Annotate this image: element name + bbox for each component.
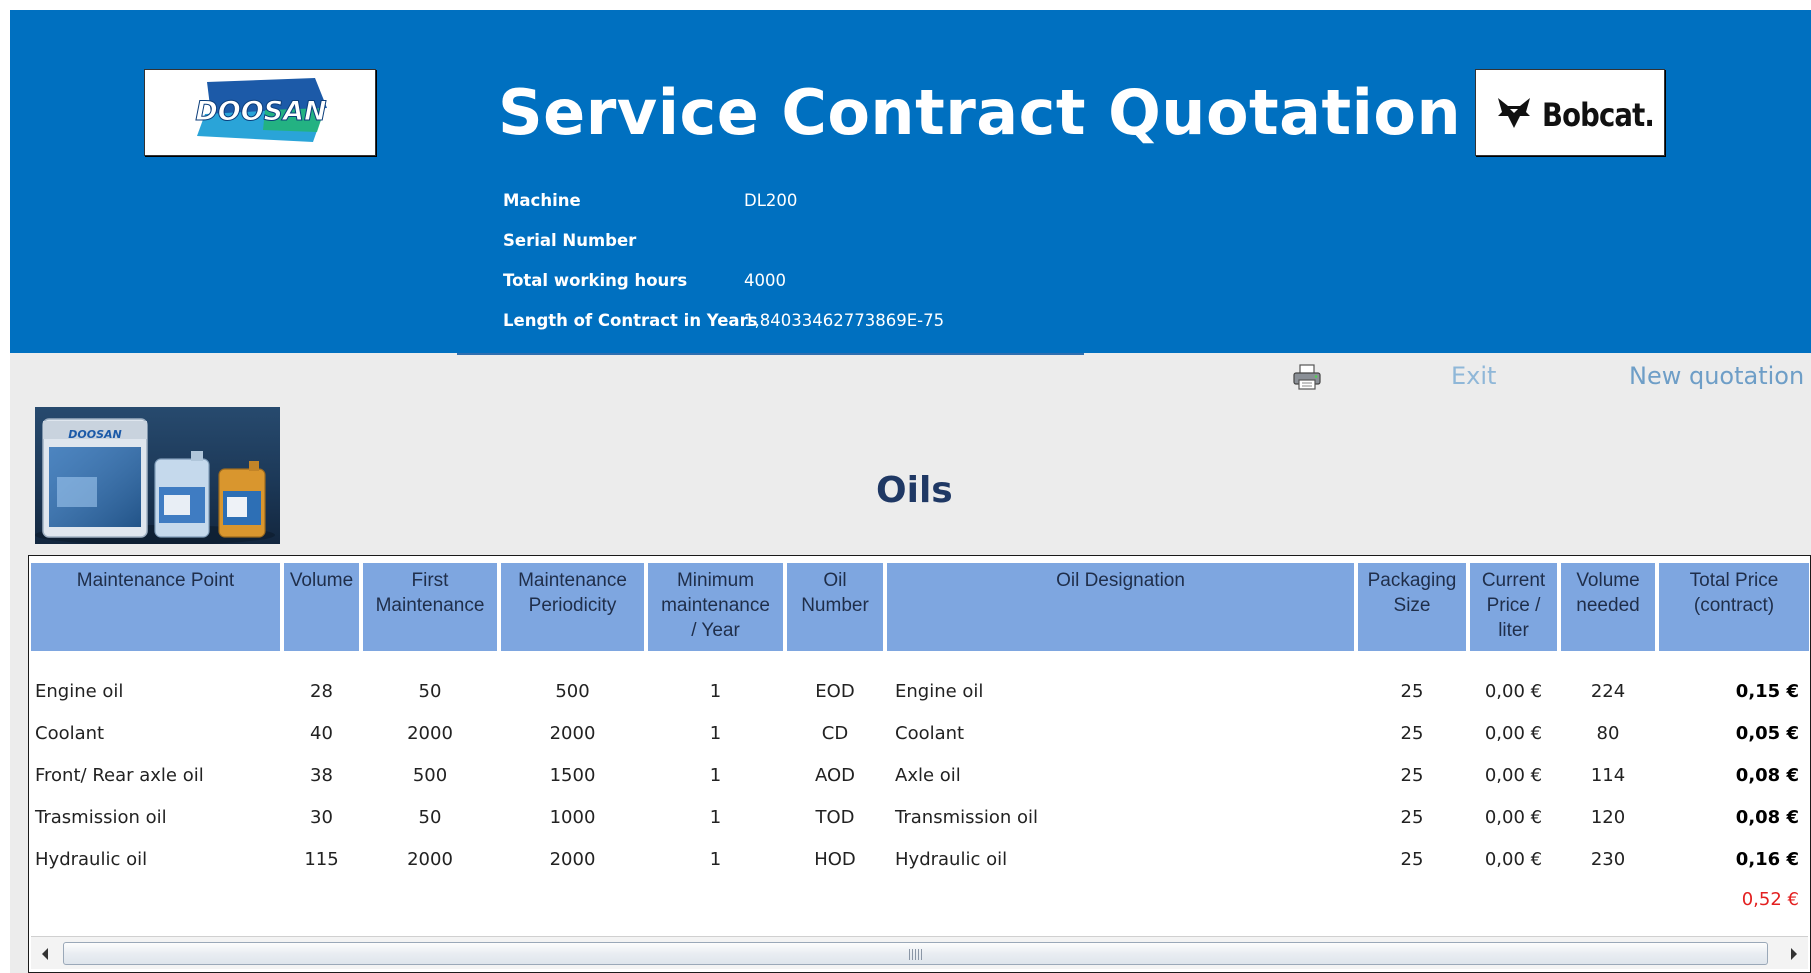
- printer-icon: [1293, 364, 1321, 390]
- cell-price-per-liter: 0,00 €: [1484, 807, 1543, 828]
- oil-products-image: DOOSAN: [35, 407, 280, 544]
- header-volume: Volume: [284, 563, 359, 651]
- page-title: Service Contract Quotation: [498, 76, 1462, 149]
- cell-total-price: 0,05 €: [1735, 723, 1799, 744]
- cell-periodicity: 1500: [549, 765, 596, 786]
- cell-first-maintenance: 2000: [407, 723, 453, 744]
- header-current-price-liter: Current Price / liter: [1470, 563, 1557, 651]
- cell-min-per-year: 1: [709, 849, 722, 870]
- cell-volume: 40: [310, 723, 333, 744]
- new-quotation-button[interactable]: New quotation: [1629, 362, 1804, 390]
- app-window: DOOSAN Service Contract Quotation Bobcat…: [10, 10, 1811, 973]
- header-minimum-maintenance-year: Minimum maintenance / Year: [648, 563, 783, 651]
- scroll-left-button[interactable]: [31, 937, 59, 970]
- cell-oil-designation: Engine oil: [895, 681, 984, 702]
- serial-number-label: Serial Number: [503, 231, 637, 250]
- cell-periodicity: 500: [555, 681, 590, 702]
- bobcat-logo: Bobcat.: [1475, 69, 1665, 156]
- cell-packaging-size: 25: [1400, 807, 1424, 828]
- doosan-logo-text: DOOSAN: [195, 96, 327, 127]
- cell-min-per-year: 1: [709, 681, 722, 702]
- header-divider: [457, 353, 1084, 355]
- exit-button[interactable]: Exit: [1451, 362, 1496, 390]
- bucket-label-text: DOOSAN: [68, 428, 121, 441]
- working-hours-label: Total working hours: [503, 271, 688, 290]
- cell-oil-number: EOD: [815, 681, 855, 702]
- scroll-right-button[interactable]: [1780, 937, 1808, 970]
- cell-volume-needed: 80: [1596, 723, 1620, 744]
- cell-volume: 28: [310, 681, 333, 702]
- horizontal-scrollbar[interactable]: [31, 936, 1808, 969]
- cell-volume: 30: [310, 807, 333, 828]
- cell-maintenance-point: Coolant: [35, 723, 105, 744]
- cell-volume: 38: [310, 765, 333, 786]
- cell-first-maintenance: 500: [412, 765, 448, 786]
- cell-price-per-liter: 0,00 €: [1484, 849, 1543, 870]
- scrollbar-thumb[interactable]: [63, 942, 1768, 965]
- header-packaging-size: Packaging Size: [1358, 563, 1466, 651]
- cell-maintenance-point: Trasmission oil: [35, 807, 167, 828]
- cell-maintenance-point: Hydraulic oil: [35, 849, 148, 870]
- cell-first-maintenance: 50: [418, 807, 442, 828]
- arrow-left-icon: [42, 947, 48, 960]
- cell-maintenance-point: Front/ Rear axle oil: [35, 765, 204, 786]
- machine-label: Machine: [503, 191, 581, 210]
- arrow-right-icon: [1791, 947, 1797, 960]
- contract-length-label: Length of Contract in Years: [503, 311, 758, 330]
- cell-price-per-liter: 0,00 €: [1484, 765, 1543, 786]
- cell-packaging-size: 25: [1400, 723, 1424, 744]
- grand-total: 0,52 €: [1741, 889, 1799, 910]
- header-total-price-contract: Total Price (contract): [1659, 563, 1809, 651]
- cell-volume-needed: 224: [1590, 681, 1626, 702]
- cell-packaging-size: 25: [1400, 849, 1424, 870]
- cell-first-maintenance: 2000: [407, 849, 453, 870]
- cell-oil-number: HOD: [814, 849, 856, 870]
- cell-oil-designation: Hydraulic oil: [895, 849, 1008, 870]
- header-band: DOOSAN Service Contract Quotation Bobcat…: [10, 10, 1811, 353]
- bobcat-logo-text: Bobcat.: [1542, 96, 1654, 134]
- header-first-maintenance: First Maintenance: [363, 563, 497, 651]
- cell-min-per-year: 1: [709, 807, 722, 828]
- cell-total-price: 0,08 €: [1735, 807, 1799, 828]
- doosan-logo: DOOSAN: [144, 69, 376, 156]
- cell-min-per-year: 1: [709, 765, 722, 786]
- contract-length-value: 1,84033462773869E-75: [744, 311, 945, 330]
- cell-first-maintenance: 50: [418, 681, 442, 702]
- cell-periodicity: 2000: [549, 723, 596, 744]
- cell-volume-needed: 114: [1590, 765, 1626, 786]
- cell-volume-needed: 120: [1590, 807, 1626, 828]
- working-hours-value: 4000: [744, 271, 786, 290]
- bobcat-head-icon: [1498, 98, 1530, 128]
- cell-price-per-liter: 0,00 €: [1484, 681, 1543, 702]
- print-button[interactable]: [1290, 362, 1324, 392]
- cell-oil-designation: Transmission oil: [895, 807, 1039, 828]
- cell-oil-number: TOD: [815, 807, 855, 828]
- cell-total-price: 0,08 €: [1735, 765, 1799, 786]
- header-maintenance-point: Maintenance Point: [31, 563, 280, 651]
- cell-maintenance-point: Engine oil: [35, 681, 124, 702]
- cell-packaging-size: 25: [1400, 681, 1424, 702]
- cell-periodicity: 2000: [549, 849, 596, 870]
- scrollbar-grip-icon: [908, 949, 923, 960]
- header-volume-needed: Volume needed: [1561, 563, 1655, 651]
- cell-total-price: 0,16 €: [1735, 849, 1799, 870]
- cell-volume-needed: 230: [1590, 849, 1626, 870]
- section-title: Oils: [876, 470, 953, 511]
- header-oil-number: Oil Number: [787, 563, 883, 651]
- oils-table: Maintenance Point Volume First Maintenanc…: [28, 555, 1811, 973]
- machine-value: DL200: [744, 191, 798, 210]
- header-oil-designation: Oil Designation: [887, 563, 1354, 651]
- cell-packaging-size: 25: [1400, 765, 1424, 786]
- cell-oil-designation: Axle oil: [895, 765, 961, 786]
- cell-min-per-year: 1: [709, 723, 722, 744]
- cell-oil-number: CD: [821, 723, 849, 744]
- cell-periodicity: 1000: [549, 807, 596, 828]
- cell-price-per-liter: 0,00 €: [1484, 723, 1543, 744]
- header-maintenance-periodicity: Maintenance Periodicity: [501, 563, 644, 651]
- cell-oil-number: AOD: [814, 765, 856, 786]
- cell-oil-designation: Coolant: [895, 723, 965, 744]
- cell-total-price: 0,15 €: [1735, 681, 1799, 702]
- cell-volume: 115: [304, 849, 339, 870]
